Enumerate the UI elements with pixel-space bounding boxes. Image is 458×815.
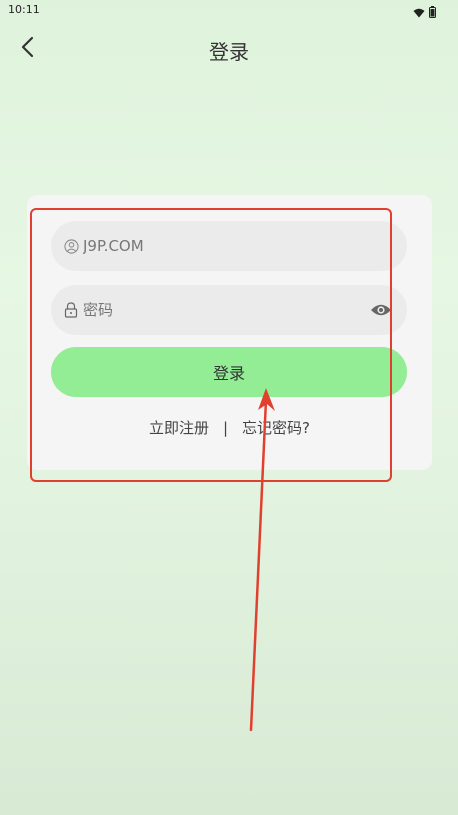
username-input[interactable] [83,237,393,255]
eye-icon[interactable] [369,298,393,322]
password-input[interactable] [83,301,369,319]
status-bar: 10:11 [0,0,458,20]
title-bar: 登录 [0,28,458,70]
lock-icon [63,302,79,318]
battery-icon [429,3,436,22]
wifi-icon [413,3,425,22]
user-icon [63,238,79,254]
link-separator: | [222,418,229,437]
login-card: 登录 立即注册 | 忘记密码? [27,195,432,470]
links-row: 立即注册 | 忘记密码? [27,417,432,438]
password-field[interactable] [51,285,407,335]
status-icons [413,3,436,22]
register-link[interactable]: 立即注册 [149,417,209,438]
username-field[interactable] [51,221,407,271]
forgot-password-link[interactable]: 忘记密码? [242,417,310,438]
page-title: 登录 [209,40,249,64]
login-button[interactable]: 登录 [51,347,407,397]
status-time: 10:11 [8,3,40,16]
